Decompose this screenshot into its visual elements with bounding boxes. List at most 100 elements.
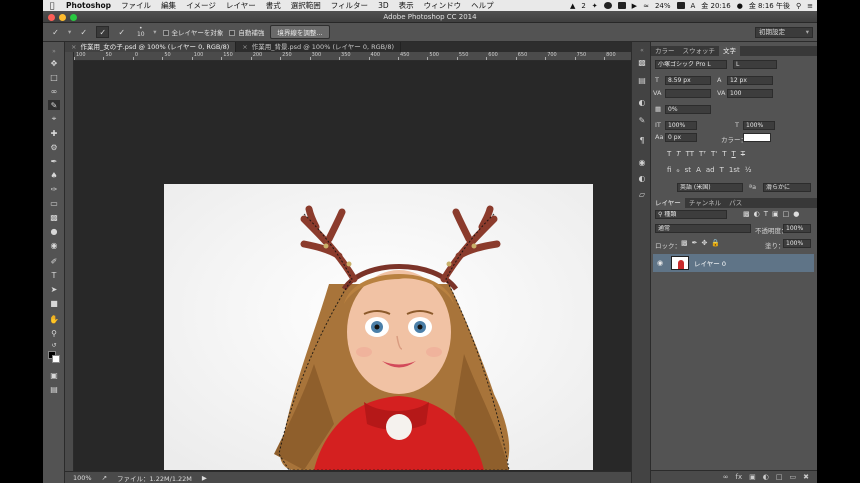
menu-3d[interactable]: 3D (373, 1, 394, 10)
menu-layer[interactable]: レイヤー (221, 0, 261, 11)
display-icon[interactable] (617, 2, 626, 9)
font-style-select[interactable]: L (733, 60, 777, 69)
auto-enhance-checkbox[interactable]: 自動補強 (229, 27, 264, 37)
underline-button[interactable]: T (731, 150, 735, 158)
refine-edge-button[interactable]: 境界線を調整... (270, 25, 330, 39)
menu-view[interactable]: 表示 (394, 0, 419, 11)
small-caps-button[interactable]: Tᵀ (699, 150, 706, 158)
swash-button[interactable]: A (696, 166, 701, 174)
zoom-level[interactable]: 100% (73, 474, 92, 482)
history-brush-tool-icon[interactable]: ✑ (48, 184, 60, 194)
menu-select[interactable]: 選択範囲 (286, 0, 326, 11)
titling-alternates-button[interactable]: T (720, 166, 724, 174)
horizontal-ruler[interactable]: 100 50 0 50 100 150 200 250 300 350 400 450 500 550 60… (74, 52, 663, 61)
wifi-icon[interactable]: ≈ (643, 2, 649, 10)
tab-character[interactable]: 文字 (719, 46, 740, 56)
leading-field[interactable]: 12 px (727, 76, 773, 85)
share-icon[interactable]: ↗ (102, 474, 107, 482)
smart-object-filter-icon[interactable]: □ (783, 210, 790, 218)
vertical-scale-field[interactable]: 100% (665, 121, 697, 130)
menu-type[interactable]: 書式 (261, 0, 286, 11)
horizontal-scale-field[interactable]: 100% (743, 121, 775, 130)
menu-file[interactable]: ファイル (116, 0, 156, 11)
history-panel-icon[interactable]: ▩ (637, 58, 647, 68)
contextual-alternates-button[interactable]: ℴ (676, 166, 679, 174)
layer-filter-select[interactable]: ⚲ 種類 (655, 210, 727, 219)
quick-mask-icon[interactable]: ▣ (48, 370, 60, 380)
info-panel-icon[interactable]: ◐ (637, 174, 647, 184)
sample-all-layers-checkbox[interactable]: 全レイヤーを対象 (162, 27, 223, 37)
user-icon[interactable]: ● (737, 2, 743, 10)
tab-channels[interactable]: チャンネル (685, 198, 725, 208)
tab-layers[interactable]: レイヤー (651, 198, 685, 208)
menu-filter[interactable]: フィルター (326, 0, 373, 11)
chevron-down-icon[interactable]: ▾ (68, 28, 71, 36)
status-menu-arrow-icon[interactable]: ▶ (202, 474, 207, 482)
faux-bold-button[interactable]: T (667, 150, 671, 158)
fill-field[interactable]: 100% (783, 239, 811, 248)
move-tool-icon[interactable]: ✥ (48, 58, 60, 68)
type-filter-icon[interactable]: T (764, 210, 768, 218)
filter-toggle-icon[interactable]: ● (793, 210, 799, 218)
new-layer-icon[interactable]: ▭ (790, 473, 797, 481)
lock-image-icon[interactable]: ✒ (692, 239, 698, 247)
spotlight-icon[interactable]: ⚲ (796, 2, 801, 10)
brush-tool-icon[interactable]: ✒ (48, 156, 60, 166)
trash-icon[interactable]: ✖ (803, 473, 809, 481)
close-window-button[interactable] (48, 14, 55, 21)
styles-panel-icon[interactable]: ▱ (637, 190, 647, 200)
close-tab-icon[interactable]: × (71, 43, 76, 51)
subtract-selection-brush-icon[interactable]: ✓ (115, 26, 128, 38)
new-group-icon[interactable]: □ (776, 473, 783, 481)
input-mode[interactable]: A (691, 2, 696, 10)
list-icon[interactable]: ≡ (807, 2, 813, 10)
minimize-window-button[interactable] (59, 14, 66, 21)
layer-style-icon[interactable]: fx (736, 473, 743, 481)
sync-icon[interactable] (603, 2, 612, 9)
blur-tool-icon[interactable]: ● (48, 226, 60, 236)
battery-percent[interactable]: 24% (655, 2, 671, 10)
lock-all-icon[interactable]: 🔒 (711, 239, 720, 247)
clone-stamp-tool-icon[interactable]: ♠ (48, 170, 60, 180)
clock-secondary[interactable]: 金 8:16 午後 (749, 1, 790, 11)
discretionary-ligatures-button[interactable]: st (685, 166, 691, 174)
canvas-pasteboard[interactable] (74, 61, 663, 471)
close-tab-icon[interactable]: × (242, 43, 247, 51)
zoom-tool-icon[interactable]: ⚲ (48, 328, 60, 338)
app-menu[interactable]: Photoshop (61, 1, 116, 10)
pen-tool-icon[interactable]: ✐ (48, 256, 60, 266)
volume-icon[interactable]: ▶ (632, 2, 637, 10)
tab-paths[interactable]: パス (725, 198, 746, 208)
pixel-filter-icon[interactable]: ▩ (743, 210, 750, 218)
subscript-button[interactable]: T (722, 150, 726, 158)
vertical-ruler[interactable] (65, 52, 74, 471)
menu-window[interactable]: ウィンドウ (419, 0, 467, 11)
marquee-tool-icon[interactable]: □ (48, 72, 60, 82)
adjustment-filter-icon[interactable]: ◐ (754, 210, 760, 218)
new-adjustment-icon[interactable]: ◐ (763, 473, 769, 481)
battery-icon[interactable] (676, 2, 685, 9)
all-caps-button[interactable]: TT (686, 150, 694, 158)
workspace-switcher[interactable]: 初期設定 ▾ (755, 27, 813, 38)
language-select[interactable]: 英語 (米国) (677, 183, 743, 192)
properties-panel-icon[interactable]: ▤ (637, 76, 647, 86)
collapse-icon[interactable]: « (637, 46, 647, 56)
menu-image[interactable]: イメージ (181, 0, 221, 11)
tsume-field[interactable]: 0% (665, 105, 711, 114)
stylistic-alternates-button[interactable]: ad (706, 166, 715, 174)
layer-row[interactable]: ◉ レイヤー 0 (653, 254, 814, 272)
type-tool-icon[interactable]: T (48, 270, 60, 280)
adjustments-panel-icon[interactable]: ◐ (637, 98, 647, 108)
superscript-button[interactable]: T' (711, 150, 717, 158)
adobe-icon[interactable]: ▲ (570, 2, 575, 10)
text-color-swatch[interactable] (743, 133, 771, 142)
opacity-field[interactable]: 100% (783, 224, 811, 233)
paragraph-panel-icon[interactable]: ¶ (637, 136, 647, 146)
antialias-select[interactable]: 滑らかに (763, 183, 811, 192)
tool-preset-picker[interactable]: ✓ (49, 26, 62, 38)
lock-position-icon[interactable]: ✥ (702, 239, 708, 247)
clock-primary[interactable]: 金 20:16 (701, 1, 730, 11)
rectangle-tool-icon[interactable]: ■ (48, 298, 60, 308)
healing-brush-tool-icon[interactable]: ⚙ (48, 142, 60, 152)
notification-badge[interactable]: 2 (581, 2, 585, 10)
